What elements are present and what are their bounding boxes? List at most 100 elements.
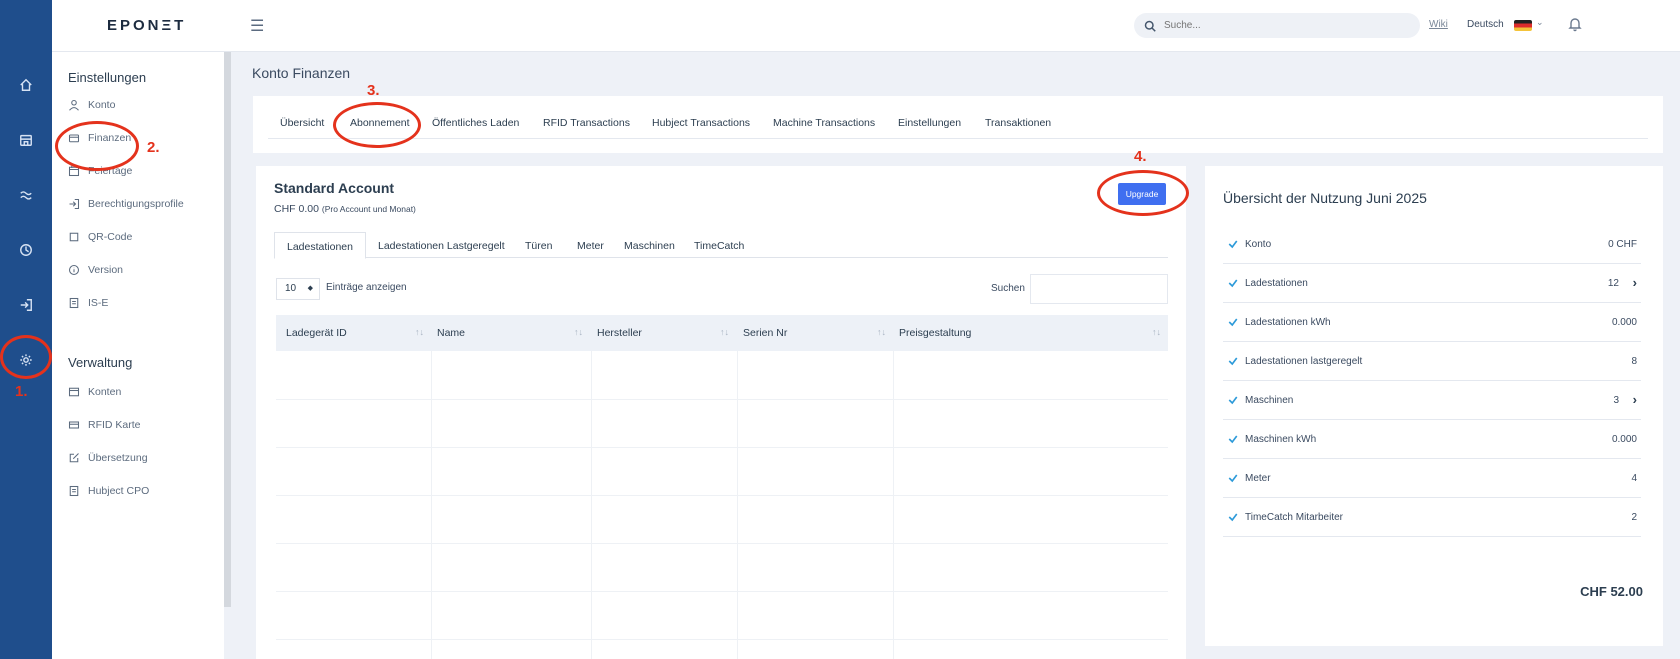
- waves-icon[interactable]: [16, 185, 36, 205]
- tab-meter[interactable]: Meter: [577, 240, 604, 252]
- table-search-input[interactable]: [1030, 274, 1168, 304]
- sidebar-item-konten[interactable]: Konten: [68, 383, 121, 401]
- tab-ladestationen-lastgeregelt[interactable]: Ladestationen Lastgeregelt: [378, 240, 505, 252]
- usage-row-value: 12: [1607, 278, 1619, 289]
- clock-icon[interactable]: [16, 240, 36, 260]
- column-serien-nr[interactable]: Serien Nr: [743, 327, 787, 339]
- top-header: EPONΞT ☰ Wiki Deutsch ⌄ ⌄: [52, 0, 1680, 52]
- chevron-right-icon[interactable]: ›: [1633, 392, 1637, 407]
- column-ladegeraet-id[interactable]: Ladegerät ID: [286, 327, 347, 339]
- column-hersteller[interactable]: Hersteller: [597, 327, 642, 339]
- device-tabs: Ladestationen Ladestationen Lastgeregelt…: [274, 232, 1168, 259]
- sidebar-item-label: RFID Karte: [88, 419, 141, 431]
- sidebar-item-label: Hubject CPO: [88, 485, 150, 497]
- sort-icon[interactable]: ↑↓: [415, 327, 424, 337]
- usage-row-value: 8: [1631, 356, 1637, 367]
- column-name[interactable]: Name: [437, 327, 465, 339]
- tab-maschinen[interactable]: Maschinen: [624, 240, 675, 252]
- home-icon[interactable]: [16, 75, 36, 95]
- tab-timecatch[interactable]: TimeCatch: [694, 240, 744, 252]
- usage-row-label: Meter: [1245, 473, 1271, 484]
- tab-machine-transactions[interactable]: Machine Transactions: [773, 117, 875, 129]
- sidebar-item-is-e[interactable]: IS-E: [68, 294, 108, 312]
- account-card: Standard Account CHF 0.00 (Pro Account u…: [256, 166, 1186, 659]
- german-flag-icon[interactable]: [1514, 20, 1532, 31]
- usage-row-value: 2: [1631, 512, 1637, 523]
- usage-row-ladestationen[interactable]: Ladestationen 12 ›: [1223, 264, 1641, 303]
- tab-tueren[interactable]: Türen: [525, 240, 552, 252]
- sidebar-item-label: Version: [88, 264, 124, 276]
- table-row[interactable]: [276, 495, 1168, 496]
- annotation-ring-finanzen: [55, 121, 139, 171]
- usage-row-maschinen-kwh: Maschinen kWh 0.000: [1223, 420, 1641, 459]
- page-length-select[interactable]: 10 ◆: [276, 278, 320, 300]
- card-icon: [68, 421, 80, 429]
- table-row[interactable]: [276, 639, 1168, 640]
- sidebar-section-admin: Verwaltung: [68, 355, 133, 370]
- sidebar-item-uebersetzung[interactable]: Übersetzung: [68, 449, 148, 467]
- select-arrows-icon: ◆: [307, 285, 313, 292]
- column-preisgestaltung[interactable]: Preisgestaltung: [899, 327, 971, 339]
- sidebar-item-version[interactable]: Version: [68, 261, 123, 279]
- sort-icon[interactable]: ↑↓: [574, 327, 583, 337]
- table-search-label: Suchen: [991, 283, 1025, 294]
- square-icon: [69, 232, 79, 242]
- sort-icon[interactable]: ↑↓: [1152, 327, 1161, 337]
- bell-icon[interactable]: [1567, 16, 1583, 35]
- usage-row-label: Maschinen kWh: [1245, 434, 1317, 445]
- sidebar-item-berechtigungsprofile[interactable]: Berechtigungsprofile: [68, 195, 184, 213]
- table-row[interactable]: [276, 591, 1168, 592]
- search-input[interactable]: [1164, 20, 1394, 31]
- tab-oeffentliches-laden[interactable]: Öffentliches Laden: [432, 117, 519, 129]
- check-icon: [1227, 433, 1239, 445]
- usage-total: CHF 52.00: [1580, 584, 1643, 599]
- tab-einstellungen[interactable]: Einstellungen: [898, 117, 961, 129]
- login-icon[interactable]: [16, 295, 36, 315]
- sidebar-item-label: Konten: [88, 386, 122, 398]
- usage-row-label: TimeCatch Mitarbeiter: [1245, 512, 1343, 523]
- check-icon: [1227, 355, 1239, 367]
- usage-row-ladestationen-lastgeregelt: Ladestationen lastgeregelt 8: [1223, 342, 1641, 381]
- tab-transaktionen[interactable]: Transaktionen: [985, 117, 1051, 129]
- sidebar-item-label: IS-E: [88, 297, 109, 309]
- hamburger-menu-icon[interactable]: ☰: [250, 16, 264, 36]
- annotation-step-4: 4.: [1134, 148, 1147, 165]
- table-row[interactable]: [276, 543, 1168, 544]
- wiki-link[interactable]: Wiki: [1429, 19, 1448, 30]
- usage-row-label: Maschinen: [1245, 395, 1294, 406]
- sidebar-item-rfid-karte[interactable]: RFID Karte: [68, 416, 141, 434]
- usage-row-maschinen[interactable]: Maschinen 3 ›: [1223, 381, 1641, 420]
- chevron-right-icon[interactable]: ›: [1633, 275, 1637, 290]
- sidebar-item-hubject-cpo[interactable]: Hubject CPO: [68, 482, 149, 500]
- tab-hubject-transactions[interactable]: Hubject Transactions: [652, 117, 750, 129]
- tab-ladestationen[interactable]: Ladestationen: [274, 232, 366, 259]
- check-icon: [1227, 277, 1239, 289]
- language-selector[interactable]: Deutsch: [1467, 19, 1504, 30]
- brand-logo[interactable]: EPONΞT: [107, 17, 186, 34]
- edit-icon: [69, 453, 79, 463]
- account-title: Standard Account: [274, 180, 395, 196]
- table-row[interactable]: [276, 447, 1168, 448]
- sort-icon[interactable]: ↑↓: [720, 327, 729, 337]
- annotation-ring-gear: [0, 335, 52, 379]
- tab-rfid-transactions[interactable]: RFID Transactions: [543, 117, 630, 129]
- store-icon[interactable]: [16, 130, 36, 150]
- annotation-step-3: 3.: [367, 82, 380, 99]
- tab-uebersicht[interactable]: Übersicht: [280, 117, 324, 129]
- annotation-step-1: 1.: [15, 383, 28, 400]
- usage-row-label: Ladestationen: [1245, 278, 1308, 289]
- usage-row-value: 4: [1631, 473, 1637, 484]
- icon-rail: [0, 0, 52, 659]
- sidebar-item-qr-code[interactable]: QR-Code: [68, 228, 132, 246]
- chevron-down-icon[interactable]: ⌄: [1536, 17, 1544, 28]
- sort-icon[interactable]: ↑↓: [877, 327, 886, 337]
- sidebar-scrollbar[interactable]: [224, 52, 231, 607]
- check-icon: [1227, 511, 1239, 523]
- sidebar-item-konto[interactable]: Konto: [68, 96, 115, 114]
- account-price-value: CHF 0.00: [274, 203, 319, 215]
- table-row[interactable]: [276, 399, 1168, 400]
- usage-title: Übersicht der Nutzung Juni 2025: [1223, 190, 1427, 206]
- global-search[interactable]: [1134, 13, 1420, 38]
- page-title: Konto Finanzen: [252, 65, 351, 81]
- usage-row-ladestationen-kwh: Ladestationen kWh 0.000: [1223, 303, 1641, 342]
